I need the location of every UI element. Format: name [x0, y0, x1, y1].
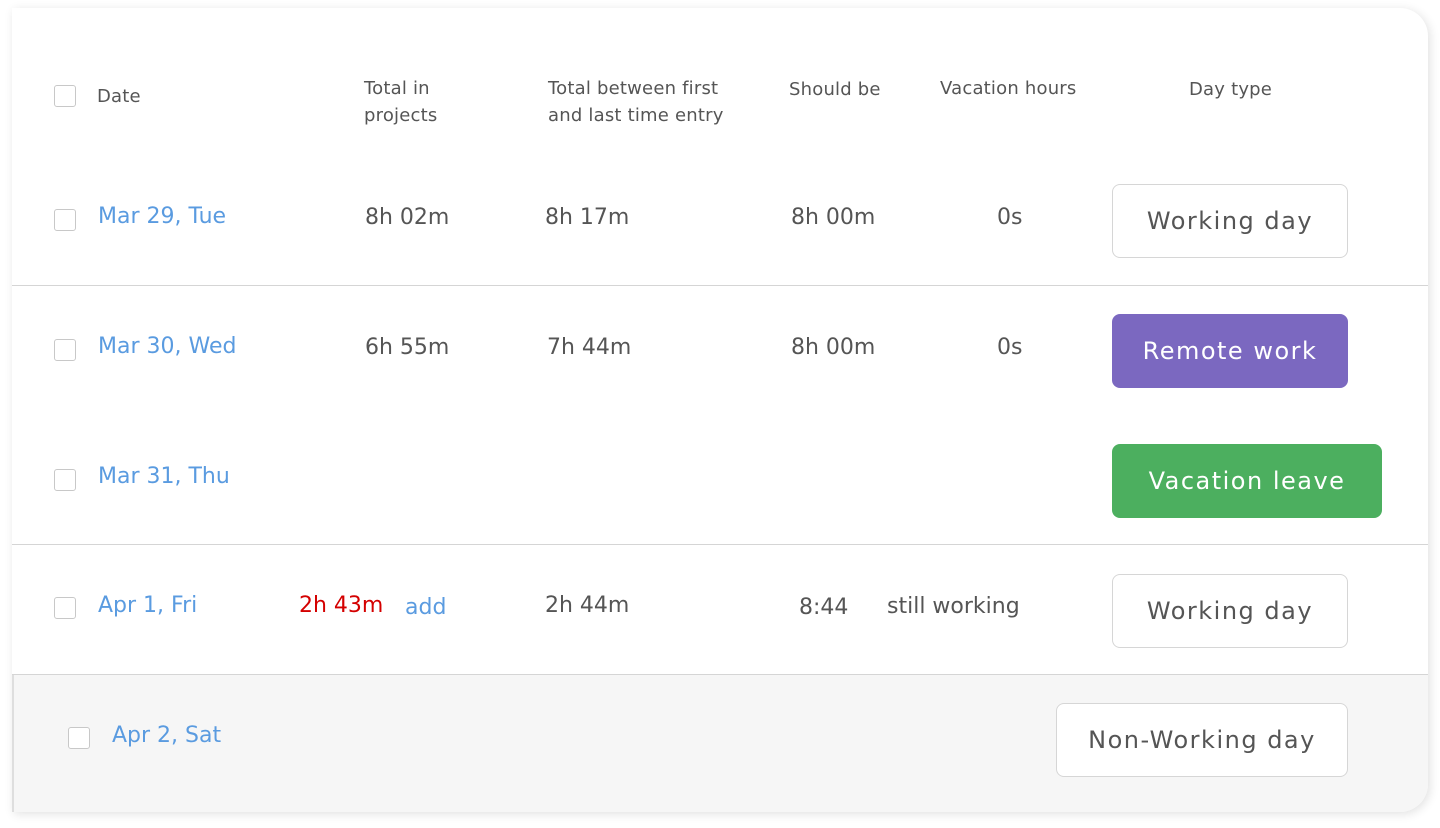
row-checkbox[interactable]: [54, 469, 76, 491]
vacation-status: still working: [887, 594, 1020, 619]
table-row: Mar 31, Thu Vacation leave: [12, 415, 1428, 545]
column-header-total-in-projects: Total in projects: [364, 78, 438, 126]
row-checkbox[interactable]: [54, 209, 76, 231]
total-in-projects: 6h 55m: [365, 335, 450, 360]
table-row: Apr 1, Fri 2h 43m add 2h 44m 8:44 still …: [12, 545, 1428, 675]
day-type-button[interactable]: Working day: [1112, 574, 1348, 648]
date-link[interactable]: Apr 2, Sat: [112, 723, 221, 749]
should-be: 8h 00m: [791, 335, 876, 360]
day-type-button[interactable]: Vacation leave: [1112, 444, 1382, 518]
table-row: Mar 30, Wed 6h 55m 7h 44m 8h 00m 0s Remo…: [12, 286, 1428, 416]
vacation-hours: 0s: [997, 205, 1023, 230]
vacation-hours: 0s: [997, 335, 1023, 360]
date-link[interactable]: Mar 30, Wed: [98, 334, 236, 360]
total-in-projects: 8h 02m: [365, 205, 450, 230]
row-checkbox[interactable]: [54, 597, 76, 619]
add-time-link[interactable]: add: [405, 595, 446, 621]
total-in-projects: 2h 43m: [299, 593, 384, 618]
table-row: Mar 29, Tue 8h 02m 8h 17m 8h 00m 0s Work…: [12, 156, 1428, 286]
column-header-day-type: Day type: [1189, 79, 1273, 100]
table-header: Date Total in projects Total between fir…: [12, 8, 1428, 157]
day-type-button[interactable]: Working day: [1112, 184, 1348, 258]
table-row: Apr 2, Sat Non-Working day: [12, 675, 1428, 812]
day-type-button[interactable]: Remote work: [1112, 314, 1348, 388]
total-between: 2h 44m: [545, 593, 630, 618]
select-all-checkbox[interactable]: [54, 85, 76, 107]
day-type-button[interactable]: Non-Working day: [1056, 703, 1348, 777]
column-header-should-be: Should be: [789, 79, 881, 100]
should-be: 8h 00m: [791, 205, 876, 230]
timesheet-table: Date Total in projects Total between fir…: [12, 8, 1428, 812]
total-between: 7h 44m: [547, 335, 632, 360]
column-header-date: Date: [97, 86, 141, 107]
should-be: 8:44: [799, 595, 849, 620]
row-checkbox[interactable]: [68, 727, 90, 749]
total-between: 8h 17m: [545, 205, 630, 230]
row-checkbox[interactable]: [54, 339, 76, 361]
date-link[interactable]: Mar 31, Thu: [98, 464, 230, 490]
column-header-vacation-hours: Vacation hours: [940, 78, 1077, 99]
column-header-total-between: Total between first and last time entry: [548, 78, 724, 126]
date-link[interactable]: Apr 1, Fri: [98, 593, 197, 619]
date-link[interactable]: Mar 29, Tue: [98, 204, 226, 230]
